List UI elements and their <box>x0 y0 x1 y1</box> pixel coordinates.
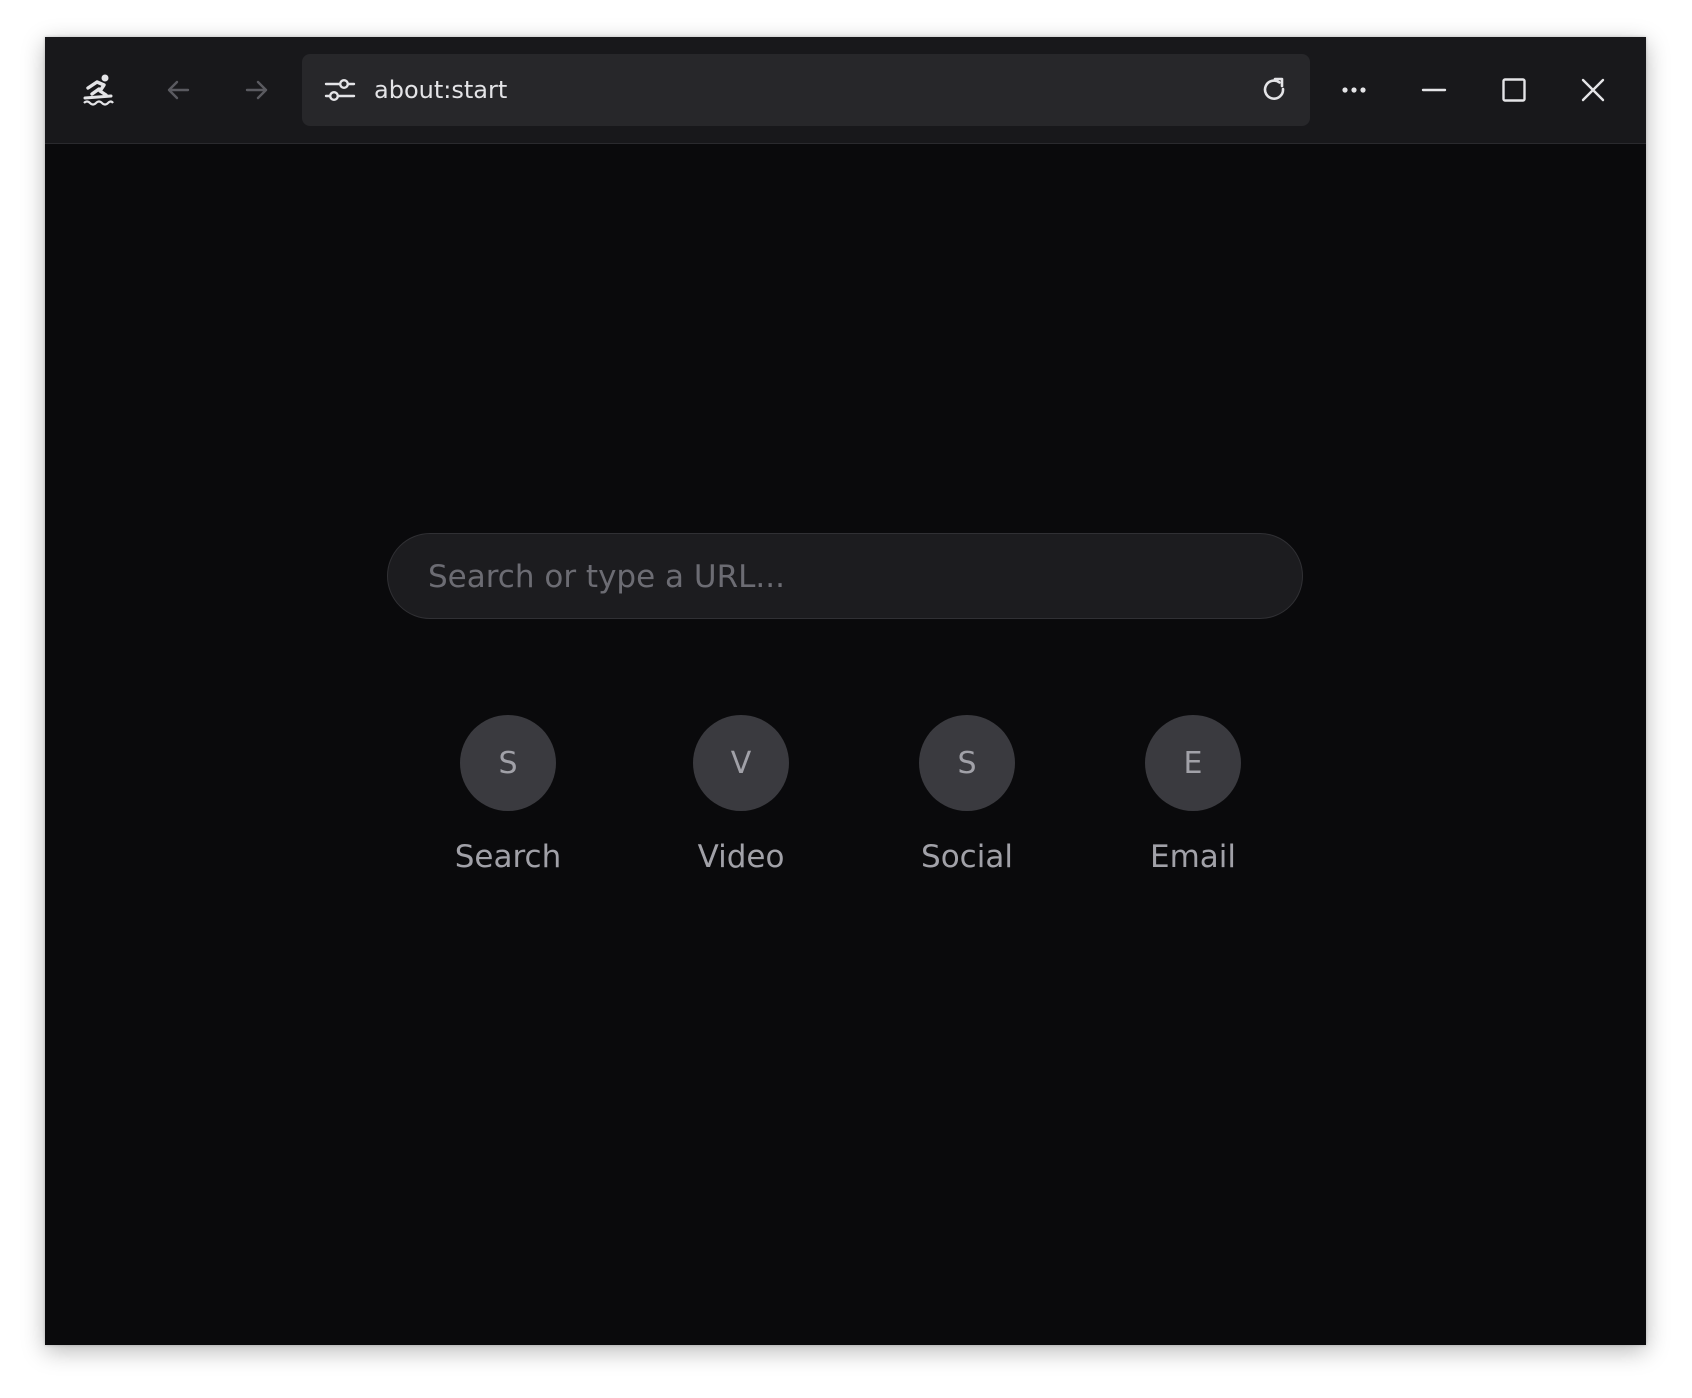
shortcut-label[interactable]: Video <box>641 839 841 875</box>
shortcut-social[interactable]: S Social <box>867 715 1067 905</box>
arrow-right-icon <box>245 80 268 100</box>
shortcut-search[interactable]: S Search <box>408 715 608 905</box>
reload-button[interactable] <box>1250 66 1298 114</box>
start-page: S Search V Video S Social E Email <box>45 144 1646 1345</box>
shortcut-avatar[interactable]: S <box>460 715 556 811</box>
shortcut-label[interactable]: Search <box>408 839 608 875</box>
start-search-box[interactable] <box>387 533 1303 619</box>
url-text[interactable]: about:start <box>374 54 507 126</box>
shortcut-label[interactable]: Social <box>867 839 1067 875</box>
forward-button[interactable] <box>225 58 289 122</box>
browser-window: about:start Search or type a URL... S Se… <box>45 37 1646 1345</box>
shortcut-label[interactable]: Email <box>1093 839 1293 875</box>
minimize-icon <box>1421 88 1447 92</box>
back-button[interactable] <box>146 58 210 122</box>
titlebar: about:start <box>45 37 1646 144</box>
shortcut-video[interactable]: V Video <box>641 715 841 905</box>
minimize-button[interactable] <box>1402 58 1466 122</box>
search-input[interactable] <box>426 534 1260 619</box>
surfer-icon[interactable] <box>66 58 130 122</box>
shortcut-avatar[interactable]: E <box>1145 715 1241 811</box>
close-icon <box>1581 78 1605 102</box>
sliders-icon[interactable] <box>316 66 364 114</box>
maximize-icon <box>1502 78 1526 102</box>
shortcut-avatar[interactable]: V <box>693 715 789 811</box>
arrow-left-icon <box>167 80 190 100</box>
menu-button[interactable] <box>1322 58 1386 122</box>
maximize-button[interactable] <box>1482 58 1546 122</box>
shortcut-avatar[interactable]: S <box>919 715 1015 811</box>
reload-icon <box>1263 77 1285 100</box>
address-bar[interactable]: about:start <box>302 54 1310 126</box>
more-horizontal-icon <box>1342 87 1366 93</box>
shortcut-email[interactable]: E Email <box>1093 715 1293 905</box>
close-button[interactable] <box>1561 58 1625 122</box>
